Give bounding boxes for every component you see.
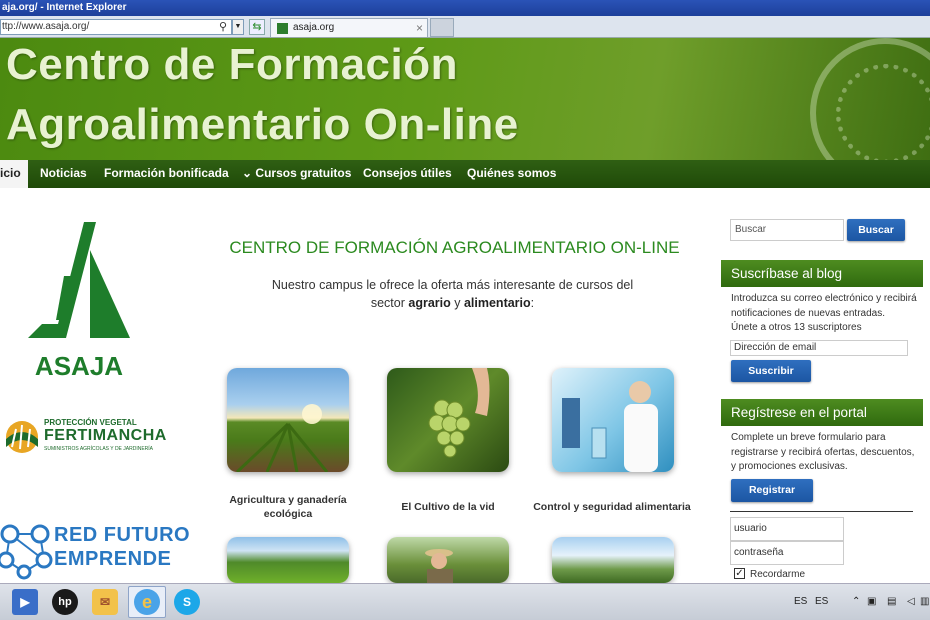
nav-item-label: Cursos gratuitos: [255, 166, 352, 180]
blog-subscribers-count: Únete a otros 13 suscriptores: [731, 322, 862, 333]
nav-item-cursos-gratuitos[interactable]: ⌄ Cursos gratuitos: [242, 160, 351, 188]
register-widget-text: Complete un breve formulario para regist…: [731, 432, 915, 472]
nav-item-quienes-somos[interactable]: Quiénes somos: [467, 160, 556, 188]
address-text: ttp://www.asaja.org/: [2, 21, 90, 32]
intro-line-2: sector agrario y alimentario:: [240, 294, 665, 312]
subscribe-button[interactable]: Suscribir: [731, 360, 811, 382]
course-card-row2-1[interactable]: [227, 537, 349, 583]
username-field[interactable]: usuario: [730, 517, 844, 541]
email-field[interactable]: Dirección de email: [730, 340, 908, 356]
address-bar-area: ttp://www.asaja.org/ ⚲ ▼ ⇆ asaja.org ×: [0, 16, 930, 38]
address-dropdown-icon[interactable]: ▼: [232, 19, 244, 35]
intro-alimentario: alimentario: [463, 296, 531, 310]
close-tab-icon[interactable]: ×: [416, 19, 423, 37]
course-card-vid[interactable]: [387, 368, 509, 472]
new-tab-button[interactable]: [430, 18, 454, 37]
taskbar: ▶ hp ✉ e S ES ES ⌃ ▣ ▤ ◁ ▥: [0, 583, 930, 620]
window-title: aja.org/ - Internet Explorer: [0, 0, 930, 16]
emprende-text: EMPRENDE: [54, 548, 172, 570]
blog-widget-title: Suscríbase al blog: [721, 260, 923, 287]
main-nav: icio Noticias Formación bonificada ⌄ Cur…: [0, 160, 930, 188]
language-indicator[interactable]: ES: [794, 596, 807, 607]
farmer-image: [425, 549, 453, 583]
page-title: CENTRO DE FORMACIÓN AGROALIMENTARIO ON-L…: [229, 238, 680, 257]
chevron-up-icon[interactable]: ⌃: [852, 596, 860, 607]
intro-text: Nuestro campus le ofrece la oferta más i…: [240, 276, 665, 312]
intro-sector: sector: [370, 296, 409, 310]
search-icon[interactable]: ⚲: [219, 20, 227, 34]
refresh-icon[interactable]: ⇆: [249, 19, 265, 35]
red-futuro-text: RED FUTURO: [54, 524, 191, 546]
network-icon[interactable]: ▣: [867, 596, 876, 607]
course-caption-agricultura[interactable]: Agricultura y ganadería ecológica: [208, 493, 368, 521]
network-nodes-icon: [0, 524, 53, 580]
fertimancha-subtitle: SUMINISTROS AGRÍCOLAS Y DE JARDINERÍA: [44, 446, 154, 452]
course-card-row2-2[interactable]: [387, 537, 509, 583]
asaja-logo-graphic: ASAJA: [28, 222, 130, 381]
skype-icon[interactable]: S: [174, 589, 200, 615]
blog-widget-text: Introduzca su correo electrónico y recib…: [731, 293, 917, 319]
nav-item-noticias[interactable]: Noticias: [40, 160, 87, 188]
nav-item-consejos-utiles[interactable]: Consejos útiles: [363, 160, 452, 188]
nav-item-inicio[interactable]: icio: [0, 160, 28, 188]
course-caption-vid[interactable]: El Cultivo de la vid: [368, 500, 528, 514]
course-card-row2-3[interactable]: [552, 537, 674, 583]
header-banner: Centro de Formación Agroalimentario On-l…: [0, 38, 930, 160]
intro-agrario: agrario: [408, 296, 451, 310]
media-player-icon[interactable]: ▶: [12, 589, 38, 615]
chevron-down-icon: ⌄: [242, 166, 253, 180]
tab-title: asaja.org: [293, 22, 335, 33]
volume-icon[interactable]: ◁: [907, 596, 915, 607]
folder-icon[interactable]: ✉: [92, 589, 118, 615]
register-widget-title: Regístrese en el portal: [721, 399, 923, 426]
power-icon[interactable]: ▥: [920, 596, 929, 607]
intro-colon: :: [530, 296, 535, 310]
fertimancha-name: FERTIMANCHA: [44, 427, 167, 444]
banner-title-line1: Centro de Formación: [6, 40, 458, 89]
asaja-logo[interactable]: ASAJA: [26, 220, 132, 381]
browser-tab[interactable]: asaja.org ×: [270, 18, 428, 37]
intro-line-1: Nuestro campus le ofrece la oferta más i…: [271, 278, 634, 292]
banner-title-line2: Agroalimentario On-line: [6, 100, 519, 149]
input-language-indicator[interactable]: ES: [815, 596, 828, 607]
search-button[interactable]: Buscar: [847, 219, 905, 241]
search-input[interactable]: Buscar: [730, 219, 844, 241]
red-futuro-emprende-logo[interactable]: RED FUTURO EMPRENDE: [0, 520, 200, 580]
field-image: [235, 404, 329, 472]
course-card-seguridad[interactable]: [552, 368, 674, 472]
intro-y: y: [450, 296, 464, 310]
nav-item-formacion-bonificada[interactable]: Formación bonificada: [104, 160, 229, 188]
fertimancha-tagline: PROTECCIÓN VEGETAL: [44, 418, 137, 427]
grapes-image: [428, 368, 490, 458]
favicon-icon: [277, 23, 288, 34]
internet-explorer-icon[interactable]: e: [134, 589, 160, 615]
asaja-logo-text: ASAJA: [35, 351, 123, 380]
divider: [730, 511, 913, 512]
password-field[interactable]: contraseña: [730, 541, 844, 565]
course-caption-seguridad[interactable]: Control y seguridad alimentaria: [532, 500, 692, 514]
address-input[interactable]: ttp://www.asaja.org/ ⚲: [0, 19, 232, 35]
globe-graphic: [810, 38, 930, 160]
hp-icon[interactable]: hp: [52, 589, 78, 615]
course-card-agricultura[interactable]: [227, 368, 349, 472]
fertimancha-mark-icon: [6, 421, 38, 453]
display-icon[interactable]: ▤: [887, 596, 896, 607]
remember-checkbox[interactable]: ✓: [734, 568, 745, 579]
register-button[interactable]: Registrar: [731, 479, 813, 502]
lab-image: [562, 381, 658, 472]
fertimancha-logo[interactable]: PROTECCIÓN VEGETAL FERTIMANCHA SUMINISTR…: [0, 415, 195, 455]
remember-label: Recordarme: [750, 569, 806, 580]
